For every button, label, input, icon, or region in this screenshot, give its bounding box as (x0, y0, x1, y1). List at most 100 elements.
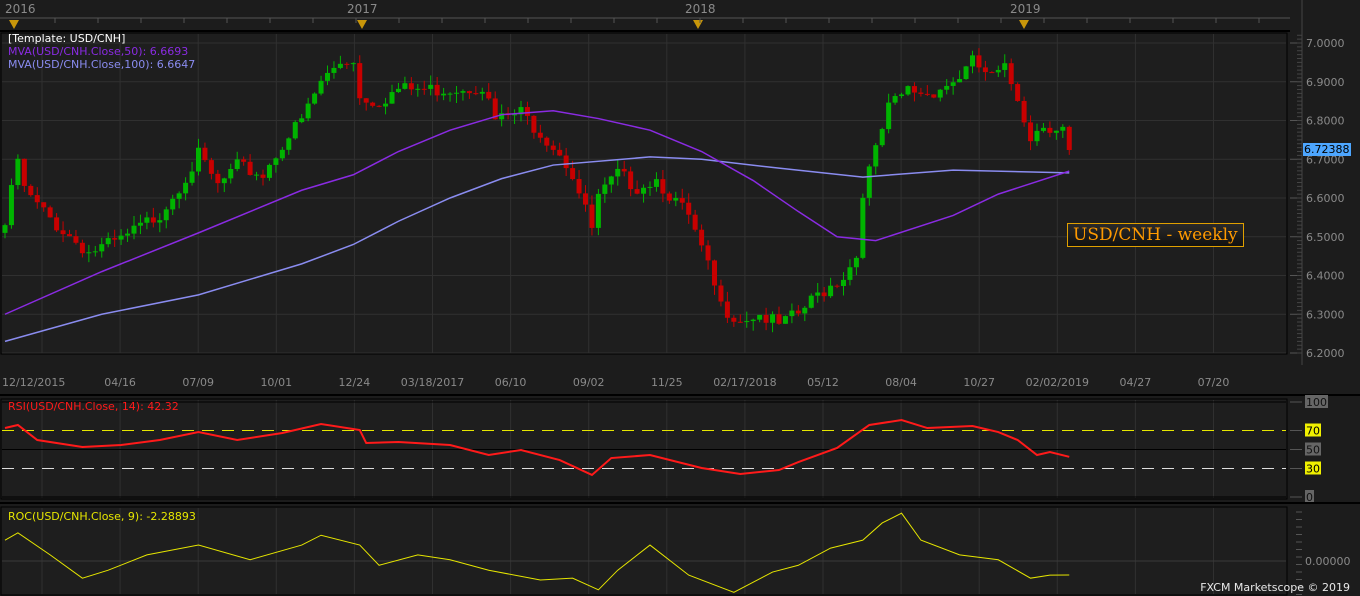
roc-legend: ROC(USD/CNH.Close, 9): -2.28893 (8, 510, 196, 523)
year-label-2018: 2018 (685, 2, 716, 16)
candle-body (318, 80, 324, 94)
timeline-strip (0, 0, 1360, 31)
copyright: FXCM Marketscope © 2019 (1200, 581, 1350, 594)
candle-body (795, 310, 801, 314)
candle (312, 92, 318, 105)
date-tick: 09/02 (573, 376, 605, 389)
candle-body (221, 178, 227, 184)
candle-body (976, 55, 982, 68)
candle-body (931, 94, 937, 98)
candle-body (995, 69, 1001, 73)
candle-body (576, 179, 582, 194)
candle-body (2, 225, 8, 233)
candle-body (905, 86, 911, 95)
candle-body (428, 84, 434, 89)
candle-body (963, 66, 969, 80)
candle-body (350, 63, 356, 65)
date-tick: 11/25 (651, 376, 683, 389)
year-label-2017: 2017 (347, 2, 378, 16)
date-tick: 04/27 (1120, 376, 1152, 389)
candle-body (370, 102, 376, 106)
candle-body (686, 202, 692, 215)
candle-body (821, 292, 827, 297)
candle (292, 120, 298, 140)
candle-body (170, 198, 176, 210)
candle-body (550, 145, 556, 150)
date-tick: 07/20 (1198, 376, 1230, 389)
candle-body (628, 171, 634, 190)
candle-body (970, 55, 975, 67)
price-tick: 6.3000 (1306, 308, 1345, 321)
candle-body (602, 184, 608, 194)
candle-body (395, 88, 401, 93)
candle-body (434, 84, 440, 96)
candle-body (737, 321, 743, 323)
current-price-badge: 6.72388 (1303, 142, 1351, 156)
candle-body (802, 307, 808, 314)
candle-body (563, 155, 569, 169)
candle-body (208, 160, 214, 174)
candle-body (215, 173, 221, 184)
candle-body (376, 105, 382, 107)
candle-body (892, 96, 898, 103)
candle-body (873, 145, 879, 167)
candle-body (479, 91, 485, 94)
chart-title: USD/CNH - weekly (1067, 223, 1244, 247)
candle-body (189, 171, 195, 183)
candle-body (47, 207, 53, 218)
roc-zero-tick: 0.00000 (1305, 555, 1351, 568)
candle-body (466, 91, 472, 94)
candle-body (1040, 127, 1046, 131)
candle-body (112, 238, 118, 240)
candle-body (299, 118, 305, 123)
candle-body (808, 295, 814, 308)
candle-body (447, 93, 453, 95)
candle-body (144, 217, 150, 223)
date-tick: 08/04 (885, 376, 917, 389)
candle-body (1066, 126, 1072, 150)
candle-body (647, 186, 653, 188)
candle-body (937, 89, 943, 98)
candle-body (621, 168, 627, 172)
candle-body (421, 88, 427, 90)
candle-body (454, 92, 459, 94)
candle-body (537, 132, 543, 138)
candle-body (583, 193, 588, 205)
candle-body (228, 168, 234, 179)
candle-body (137, 222, 143, 226)
candle-body (776, 314, 782, 324)
candle-body (879, 129, 885, 146)
candle-body (357, 63, 363, 99)
candle-body (86, 252, 92, 254)
candle-body (67, 234, 72, 237)
candle-body (866, 166, 872, 198)
candle-body (1060, 126, 1066, 131)
candle-body (260, 174, 266, 178)
candle-body (524, 107, 530, 116)
candle-body (1047, 127, 1053, 133)
candle-body (886, 102, 892, 130)
rsi-legend: RSI(USD/CNH.Close, 14): 42.32 (8, 400, 179, 413)
candle-body (1015, 84, 1021, 101)
date-tick: 12/24 (339, 376, 371, 389)
candle-body (176, 193, 182, 199)
candle-body (157, 220, 163, 223)
candle-body (595, 193, 601, 228)
rsi-tick: 100 (1306, 396, 1327, 409)
date-tick: 12/12/2015 (2, 376, 65, 389)
candle-body (415, 88, 421, 90)
candle (15, 154, 21, 190)
candle-body (899, 94, 905, 97)
candle-body (183, 182, 189, 194)
date-tick: 02/02/2019 (1026, 376, 1089, 389)
candle-body (944, 85, 950, 90)
candle (28, 184, 34, 197)
candle-body (789, 310, 795, 317)
year-label-2016: 2016 (5, 2, 36, 16)
price-tick: 6.5000 (1306, 231, 1345, 244)
chart-canvas[interactable]: 2016 2017 2018 2019 7.00006.90006.80006.700… (0, 0, 1360, 596)
candle-body (1034, 130, 1040, 142)
template-label: [Template: USD/CNH] (8, 32, 125, 45)
candle-body (608, 176, 614, 185)
candle-body (570, 168, 576, 180)
